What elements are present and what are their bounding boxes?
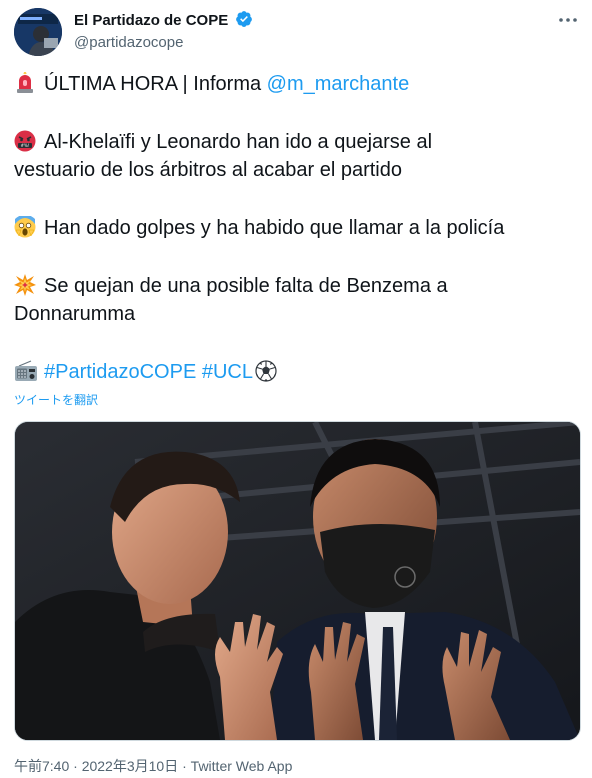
radio-icon — [14, 360, 37, 382]
svg-text:#%!: #%! — [21, 143, 30, 148]
display-name[interactable]: El Partidazo de COPE — [74, 11, 228, 31]
meta-separator-1: · — [69, 758, 82, 774]
tweet-date[interactable]: 2022年3月10日 — [82, 758, 179, 774]
tweet-paragraph-3: Han dado golpes y ha habido que llamar a… — [44, 217, 505, 239]
tweet-paragraph-4a: Se quejan de una posible falta de Benzem… — [44, 275, 448, 297]
meta-separator-2: · — [178, 758, 191, 774]
avatar[interactable] — [14, 8, 62, 56]
breaking-news-text: ÚLTIMA HORA | Informa — [44, 73, 267, 95]
avatar-icon — [14, 8, 62, 56]
hashtag-ucl[interactable]: #UCL — [202, 361, 253, 383]
tweet-line-4: Han dado golpes y ha habido que llamar a… — [14, 214, 504, 242]
collision-icon — [14, 274, 36, 296]
tweet-media-photo[interactable] — [14, 421, 581, 741]
translate-tweet-link[interactable]: ツイートを翻訳 — [14, 391, 98, 408]
tweet-line-6: Donnarumma — [14, 303, 136, 325]
hashtag-partidazocope[interactable]: #PartidazoCOPE — [44, 361, 196, 383]
rotating-light-icon — [14, 70, 36, 94]
tweet-line-1: ÚLTIMA HORA | Informa @m_marchante — [14, 70, 409, 98]
tweet-meta: 午前7:40 · 2022年3月10日 · Twitter Web App — [14, 756, 292, 776]
tweet-line-3: vestuario de los árbitros al acabar el p… — [14, 159, 402, 181]
soccer-ball-icon — [255, 360, 277, 382]
more-options-icon[interactable] — [556, 10, 580, 30]
verified-badge-icon — [235, 10, 253, 33]
two-men-talking-image — [15, 422, 580, 740]
tweet-line-5: Se quejan de una posible falta de Benzem… — [14, 272, 448, 300]
tweet-line-2: #%! Al-Khelaïfi y Leonardo han ido a que… — [14, 128, 432, 156]
account-names: El Partidazo de COPE @partidazocope — [74, 10, 253, 53]
tweet-source[interactable]: Twitter Web App — [191, 758, 293, 774]
mention-link[interactable]: @m_marchante — [267, 73, 410, 95]
screaming-face-icon — [14, 214, 36, 238]
tweet-line-7: #PartidazoCOPE #UCL — [14, 358, 277, 386]
tweet-header: El Partidazo de COPE @partidazocope — [14, 8, 580, 56]
cursing-face-icon: #%! — [14, 130, 36, 152]
tweet-paragraph-2a: Al-Khelaïfi y Leonardo han ido a quejars… — [44, 131, 433, 153]
tweet-time[interactable]: 午前7:40 — [14, 758, 69, 774]
account-handle[interactable]: @partidazocope — [74, 33, 253, 53]
